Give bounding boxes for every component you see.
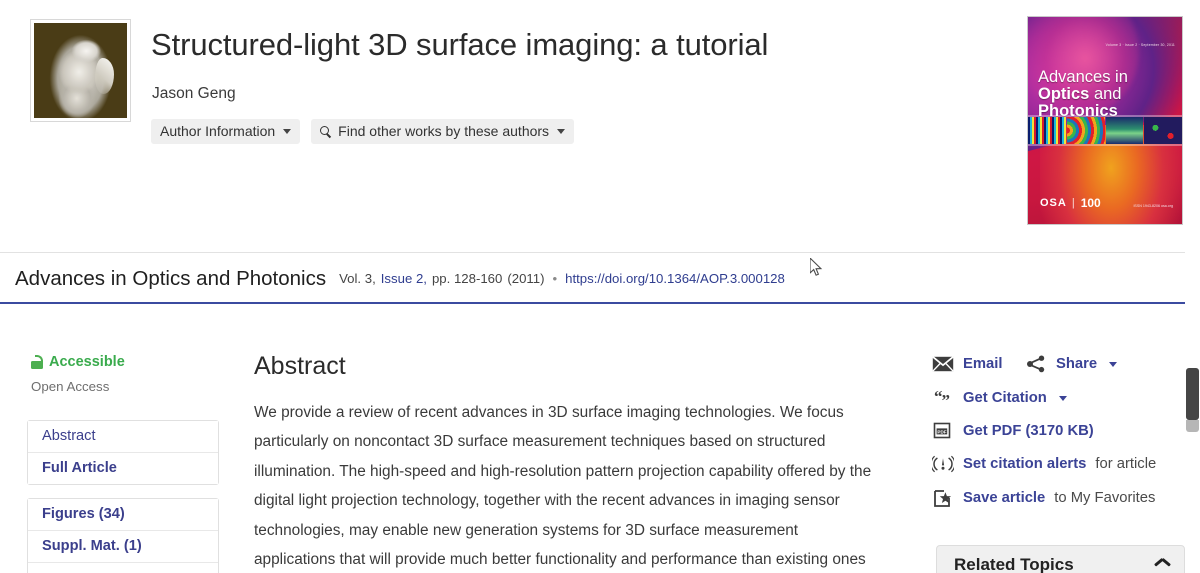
action-save-article-label[interactable]: Save article: [963, 490, 1045, 506]
action-set-citation-alerts[interactable]: Set citation alerts for article: [932, 454, 1156, 474]
osa-anniversary-text: 100: [1080, 196, 1101, 210]
action-get-pdf-label[interactable]: Get PDF (3170 KB): [963, 423, 1094, 439]
cover-image-strip: [1028, 115, 1182, 146]
action-set-citation-alerts-tail: for article: [1095, 456, 1157, 472]
bookmark-star-icon: [932, 488, 954, 508]
action-set-citation-alerts-label[interactable]: Set citation alerts: [963, 456, 1086, 472]
face-bust-shape: [44, 30, 117, 118]
main-content: Accessible Open Access Abstract Full Art…: [0, 304, 1200, 573]
chevron-down-icon: [1058, 395, 1067, 401]
sidebar-item-abstract[interactable]: Abstract: [28, 421, 218, 453]
search-icon: [320, 125, 331, 137]
article-page: Structured-light 3D surface imaging: a t…: [0, 0, 1200, 573]
sidebar-item-figures[interactable]: Figures (34): [28, 499, 218, 531]
article-thumbnail[interactable]: [30, 19, 131, 122]
sidebar-item-suppl-mat[interactable]: Suppl. Mat. (1): [28, 531, 218, 563]
author-information-label: Author Information: [160, 123, 276, 139]
share-nodes-icon: [1025, 354, 1047, 374]
action-share[interactable]: Share: [1025, 354, 1118, 374]
journal-issue-link[interactable]: Issue 2,: [381, 271, 427, 286]
journal-pages: pp. 128-160: [431, 271, 503, 286]
3d-face-scan-image: [34, 23, 127, 118]
scrollbar-thumb[interactable]: [1186, 368, 1199, 420]
journal-name: Advances in Optics and Photonics: [15, 266, 327, 290]
access-status: Accessible: [31, 354, 125, 370]
cover-strip-panel-2: [1066, 117, 1105, 144]
alert-bell-icon: [932, 454, 954, 474]
action-get-citation-label[interactable]: Get Citation: [963, 390, 1047, 406]
doi-link[interactable]: https://doi.org/10.1364/AOP.3.000128: [565, 271, 785, 286]
cover-strip-panel-1: [1028, 117, 1066, 144]
osa-logo: OSA | 100: [1040, 196, 1101, 210]
page-title: Structured-light 3D surface imaging: a t…: [151, 27, 769, 62]
chevron-down-icon: [557, 128, 566, 134]
cover-title-line1: Advances in: [1038, 68, 1128, 86]
journal-info-bar: Advances in Optics and Photonics Vol. 3,…: [0, 252, 1200, 304]
scrollbar-thumb-track-end[interactable]: [1186, 420, 1199, 432]
cover-title: Advances in Optics and Photonics: [1038, 69, 1176, 120]
abstract-text: We provide a review of recent advances i…: [254, 404, 872, 569]
access-status-label: Accessible: [49, 354, 125, 370]
mouse-cursor: [809, 256, 824, 278]
cover-title-and: and: [1093, 85, 1122, 103]
find-other-works-label: Find other works by these authors: [338, 123, 550, 139]
abstract-heading: Abstract: [254, 352, 346, 380]
related-topics-title: Related Topics: [954, 555, 1074, 573]
sidebar-item-partial[interactable]: [28, 563, 218, 573]
open-access-label: Open Access: [31, 379, 110, 394]
journal-citation-meta: Vol. 3, Issue 2, pp. 128-160 (2011) • ht…: [339, 271, 785, 286]
action-save-article-tail: to My Favorites: [1054, 490, 1156, 506]
author-actions: Author Information Find other works by t…: [151, 119, 575, 144]
cover-title-optics: Optics: [1038, 85, 1090, 103]
action-email[interactable]: Email: [932, 354, 1002, 374]
author-list: Jason Geng: [152, 85, 236, 102]
related-topics-panel[interactable]: Related Topics: [936, 545, 1185, 573]
osa-logo-separator: |: [1071, 197, 1076, 209]
author-information-button[interactable]: Author Information: [151, 119, 301, 144]
sidebar-item-full-article[interactable]: Full Article: [28, 453, 218, 484]
svg-text:PDF: PDF: [937, 429, 946, 434]
action-email-label[interactable]: Email: [963, 356, 1002, 372]
action-save-article[interactable]: Save article to My Favorites: [932, 488, 1155, 508]
chevron-down-icon: [1109, 361, 1118, 367]
sidebar-nav-group-2: Figures (34) Suppl. Mat. (1): [27, 498, 219, 573]
action-share-label[interactable]: Share: [1056, 356, 1097, 372]
open-lock-icon: [31, 355, 43, 369]
pdf-icon: PDF: [932, 421, 954, 441]
sidebar-nav-group-1: Abstract Full Article: [27, 420, 219, 485]
action-get-citation[interactable]: “” Get Citation: [932, 388, 1067, 408]
envelope-icon: [932, 354, 954, 374]
find-other-works-button[interactable]: Find other works by these authors: [311, 119, 575, 144]
journal-cover-image[interactable]: Volume 3 · Issue 2 · September 30, 2011 …: [1027, 16, 1183, 225]
cover-issn: ISSN 1943-8206 osa.org: [1133, 204, 1173, 208]
journal-volume: Vol. 3,: [339, 271, 376, 286]
chevron-down-icon: [283, 128, 292, 134]
cover-volume-line: Volume 3 · Issue 2 · September 30, 2011: [1105, 43, 1175, 47]
quote-icon: “”: [932, 388, 954, 408]
meta-separator: •: [552, 271, 558, 286]
chevron-up-icon[interactable]: [1155, 561, 1170, 570]
svg-text:”: ”: [942, 391, 951, 407]
article-header: Structured-light 3D surface imaging: a t…: [0, 0, 1200, 252]
cover-strip-panel-3: [1105, 117, 1144, 144]
page-scrollbar[interactable]: [1185, 0, 1200, 573]
cover-strip-panel-4: [1144, 117, 1182, 144]
osa-logo-text: OSA: [1040, 197, 1067, 209]
journal-year: (2011): [507, 271, 545, 286]
action-get-pdf[interactable]: PDF Get PDF (3170 KB): [932, 421, 1094, 441]
